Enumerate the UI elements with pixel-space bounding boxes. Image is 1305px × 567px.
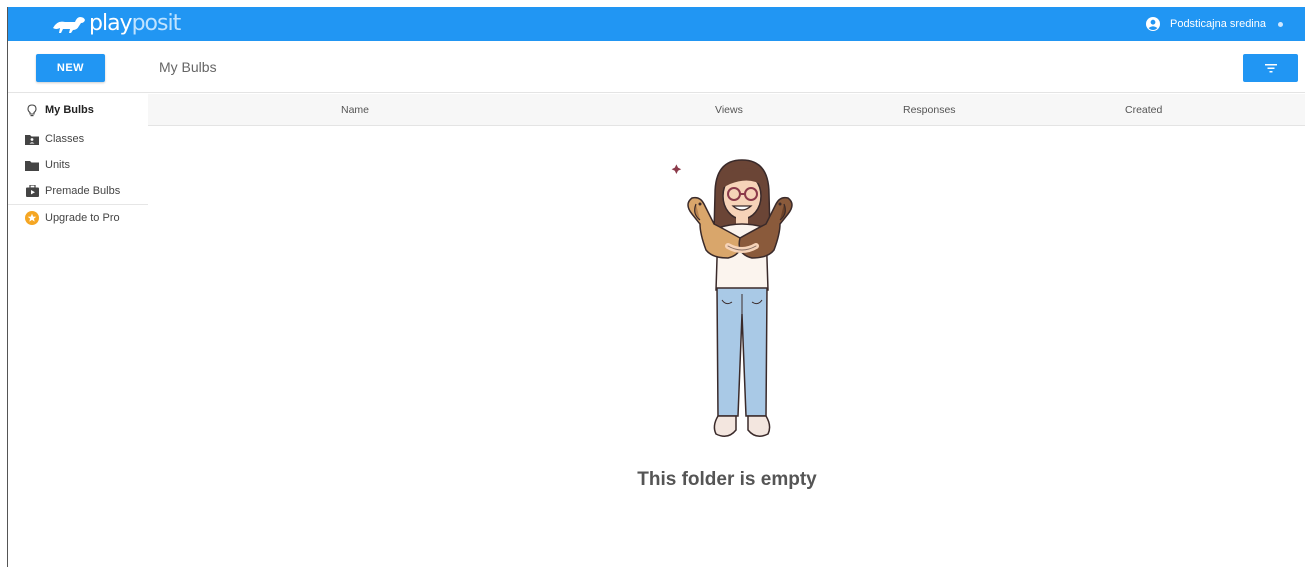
playposit-logo[interactable]: playposit <box>51 10 182 38</box>
column-header-views[interactable]: Views <box>715 104 743 116</box>
sidebar-item-units[interactable]: Units <box>8 152 148 178</box>
star-icon <box>25 211 39 225</box>
sidebar-item-my-bulbs[interactable]: My Bulbs <box>8 94 148 126</box>
app-frame: playposit Podsticajna sredina NEW My Bul… <box>7 7 1305 567</box>
user-menu[interactable]: Podsticajna sredina <box>1145 7 1283 41</box>
premade-icon <box>25 184 39 198</box>
page-title: My Bulbs <box>159 59 217 75</box>
top-bar: playposit Podsticajna sredina <box>8 7 1305 41</box>
sidebar-item-label: Units <box>45 159 71 171</box>
user-name: Podsticajna sredina <box>1169 18 1266 30</box>
sidebar-item-classes[interactable]: Classes <box>8 126 148 152</box>
column-header-responses[interactable]: Responses <box>903 104 956 116</box>
empty-state: This folder is empty <box>148 134 1305 567</box>
logo-wordmark: playposit <box>89 10 182 38</box>
class-folder-icon <box>25 132 39 146</box>
empty-state-message: This folder is empty <box>637 469 817 490</box>
account-circle-icon <box>1145 17 1160 31</box>
sidebar-item-premade-bulbs[interactable]: Premade Bulbs <box>8 178 148 204</box>
main-content: Name Views Responses Created This folder… <box>148 94 1305 567</box>
table-header: Name Views Responses Created <box>148 94 1305 126</box>
sub-header: NEW My Bulbs <box>8 41 1305 93</box>
sidebar-item-label: Upgrade to Pro <box>45 212 120 224</box>
sidebar: My Bulbs Classes Units Premade Bulbs Upg… <box>8 94 148 567</box>
filter-icon <box>1264 63 1277 72</box>
column-header-name[interactable]: Name <box>341 104 369 116</box>
new-button[interactable]: NEW <box>36 54 105 82</box>
sidebar-item-label: My Bulbs <box>45 104 94 116</box>
empty-folder-illustration <box>671 159 793 437</box>
column-header-created[interactable]: Created <box>1125 104 1162 116</box>
logo-text-play: play <box>89 11 133 36</box>
folder-icon <box>25 158 39 172</box>
dog-logo-icon <box>53 17 85 33</box>
logo-text-posit: posit <box>131 11 182 36</box>
filter-button[interactable] <box>1243 54 1298 82</box>
lightbulb-icon <box>25 103 39 117</box>
status-dot-icon <box>1278 21 1283 27</box>
sidebar-item-upgrade-to-pro[interactable]: Upgrade to Pro <box>8 205 148 231</box>
sidebar-item-label: Classes <box>45 133 85 145</box>
sidebar-item-label: Premade Bulbs <box>45 185 121 197</box>
